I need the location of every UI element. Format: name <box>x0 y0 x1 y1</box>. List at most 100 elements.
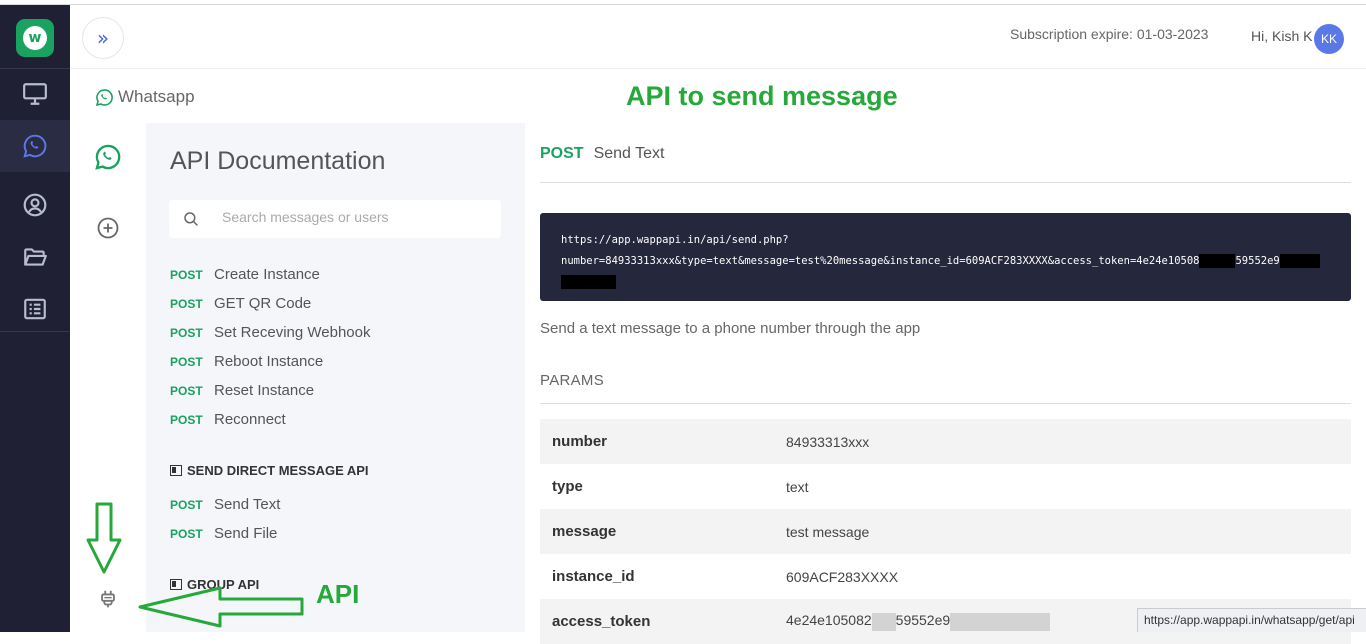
param-key: access_token <box>552 613 651 630</box>
redaction-block <box>871 612 896 631</box>
rail-item-files[interactable] <box>0 231 70 283</box>
rail2-whatsapp-button[interactable] <box>94 143 122 171</box>
rail-item-dashboard[interactable] <box>0 68 70 120</box>
app-rail: w <box>0 5 70 632</box>
param-value: 4e24e105082 59552e9 <box>786 612 1051 631</box>
plus-circle-icon <box>97 217 119 239</box>
endpoint-description: Send a text message to a phone number th… <box>540 320 921 337</box>
whatsapp-icon <box>95 88 113 106</box>
folder-open-icon <box>24 248 47 266</box>
annotation-api-label: API <box>316 579 360 609</box>
param-key: instance_id <box>552 568 635 585</box>
endpoint-reconnect[interactable]: POST Reconnect <box>170 411 286 428</box>
endpoint-send-file[interactable]: POST Send File <box>170 525 277 542</box>
secondary-rail <box>70 123 146 632</box>
url-line: number=84933313xxx&type=text&message=tes… <box>561 251 1330 272</box>
method-badge: POST <box>170 267 203 282</box>
user-greeting[interactable]: Hi, Kish K <box>1251 28 1312 44</box>
endpoint-reboot-instance[interactable]: POST Reboot Instance <box>170 353 323 370</box>
endpoint-label: GET QR Code <box>214 295 312 312</box>
endpoint-name: Send Text <box>593 145 665 162</box>
url-query: number=84933313xxx&type=text&message=tes… <box>561 255 1200 267</box>
method-badge: POST <box>170 412 203 427</box>
param-value: text <box>786 478 809 495</box>
request-url-code-block[interactable]: https://app.wappapi.in/api/send.php? num… <box>540 213 1351 301</box>
breadcrumb[interactable]: Whatsapp <box>95 87 195 107</box>
table-row: instance_id 609ACF283XXXX <box>540 554 1351 599</box>
endpoint-label: Send File <box>214 525 278 542</box>
url-query-tail: 59552e9 <box>1235 255 1280 267</box>
browser-status-bar: https://app.wappapi.in/whatsapp/get/api <box>1137 608 1366 632</box>
rail-divider <box>0 331 70 332</box>
logo-mark-icon: w <box>23 26 47 50</box>
user-circle-icon <box>23 193 47 217</box>
param-value: 84933313xxx <box>786 433 870 450</box>
method-badge: POST <box>170 497 203 512</box>
endpoint-set-webhook[interactable]: POST Set Receving Webhook <box>170 324 370 341</box>
param-key: type <box>552 478 583 495</box>
api-docs-panel: API Documentation POST Create Instance PO… <box>146 123 525 632</box>
table-row: number 84933313xxx <box>540 419 1351 464</box>
annotation-title: API to send message <box>626 81 898 111</box>
section-icon <box>170 465 182 476</box>
list-icon <box>24 298 46 320</box>
breadcrumb-label: Whatsapp <box>118 87 195 106</box>
monitor-icon <box>23 83 47 105</box>
redaction-block <box>950 612 1051 631</box>
method-badge: POST <box>170 383 203 398</box>
endpoint-reset-instance[interactable]: POST Reset Instance <box>170 382 314 399</box>
search-input[interactable] <box>222 209 482 225</box>
section-send-direct: SEND DIRECT MESSAGE API <box>170 463 369 478</box>
redaction-block <box>1279 254 1320 268</box>
rail-item-whatsapp[interactable] <box>0 120 70 172</box>
method-badge: POST <box>170 325 203 340</box>
method-badge: POST <box>170 296 203 311</box>
method-badge: POST <box>170 526 203 541</box>
section-group-api: GROUP API <box>170 577 259 592</box>
param-value: 609ACF283XXXX <box>786 568 899 585</box>
plug-icon <box>101 590 115 608</box>
rail-item-list[interactable] <box>0 283 70 335</box>
redaction-block <box>561 275 616 289</box>
rail-item-profile[interactable] <box>0 179 70 231</box>
divider <box>540 403 1351 404</box>
section-icon <box>170 579 182 590</box>
divider <box>540 182 1351 183</box>
endpoint-label: Reconnect <box>214 411 286 428</box>
section-label: SEND DIRECT MESSAGE API <box>187 463 369 478</box>
top-header: » Subscription expire: 01-03-2023 Hi, Ki… <box>70 5 1366 69</box>
search-box <box>169 200 501 238</box>
param-value: test message <box>786 523 870 540</box>
subscription-expiry: Subscription expire: 01-03-2023 <box>1010 26 1209 42</box>
params-heading: PARAMS <box>540 372 605 389</box>
endpoint-label: Send Text <box>214 496 281 513</box>
rail2-add-button[interactable] <box>94 214 122 242</box>
endpoint-label: Reboot Instance <box>214 353 324 370</box>
url-line <box>561 272 1330 293</box>
panel-title: API Documentation <box>170 147 386 175</box>
section-label: GROUP API <box>187 577 260 592</box>
main-content: POST Send Text https://app.wappapi.in/ap… <box>525 123 1366 644</box>
token-part: 4e24e105082 <box>786 612 872 629</box>
endpoint-get-qr-code[interactable]: POST GET QR Code <box>170 295 311 312</box>
table-row: type text <box>540 464 1351 509</box>
rail2-api-button[interactable] <box>94 585 122 613</box>
redaction-block <box>1199 254 1236 268</box>
endpoint-create-instance[interactable]: POST Create Instance <box>170 266 320 283</box>
endpoint-send-text[interactable]: POST Send Text <box>170 496 280 513</box>
endpoint-label: Create Instance <box>214 266 320 283</box>
page-subheader: Whatsapp API to send message <box>70 69 1366 123</box>
endpoint-label: Set Receving Webhook <box>214 324 371 341</box>
expand-sidebar-button[interactable]: » <box>82 17 124 59</box>
search-icon <box>184 212 198 226</box>
avatar[interactable]: KK <box>1314 24 1344 54</box>
whatsapp-icon <box>23 134 47 158</box>
param-key: number <box>552 433 608 450</box>
param-key: message <box>552 523 617 540</box>
whatsapp-icon <box>95 144 121 170</box>
token-part: 59552e9 <box>895 612 951 629</box>
table-row: message test message <box>540 509 1351 554</box>
double-chevron-right-icon: » <box>96 26 110 50</box>
app-logo[interactable]: w <box>16 19 54 57</box>
endpoint-label: Reset Instance <box>214 382 315 399</box>
